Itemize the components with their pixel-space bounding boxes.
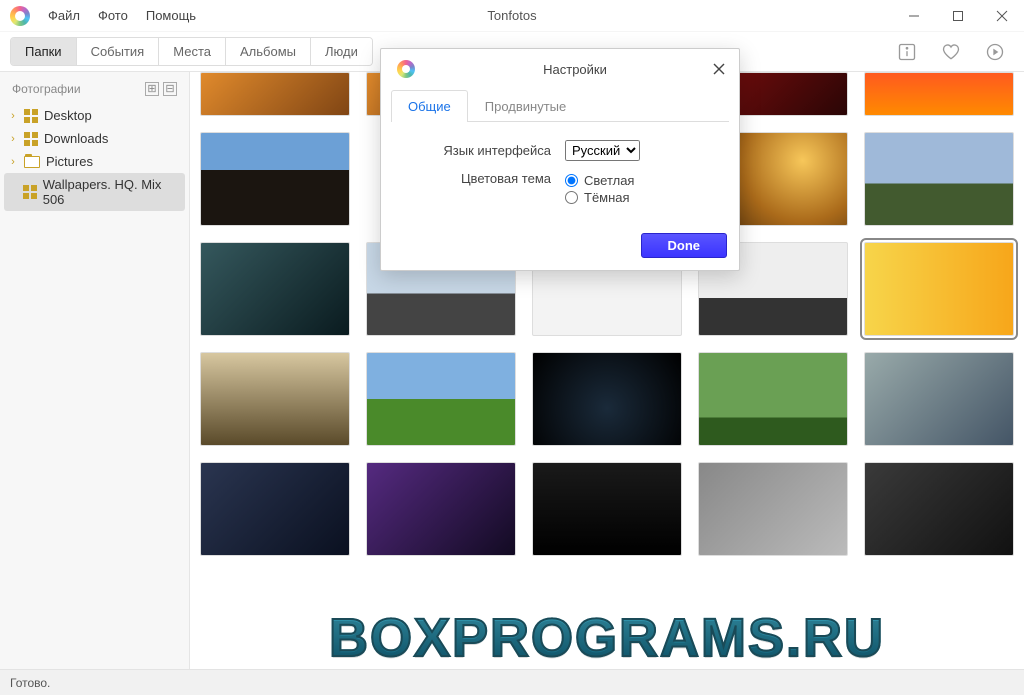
thumbnail[interactable] [366, 352, 516, 446]
done-button[interactable]: Done [641, 233, 728, 258]
tab-people[interactable]: Люди [311, 38, 372, 65]
thumbnail[interactable] [532, 462, 682, 556]
grid-icon [24, 109, 38, 123]
favorite-button[interactable] [938, 39, 964, 65]
theme-dark-label: Тёмная [584, 190, 630, 205]
theme-options: Светлая Тёмная [565, 171, 634, 207]
tab-events[interactable]: События [77, 38, 160, 65]
sidebar-header-icons: ⊞ ⊟ [145, 82, 177, 96]
thumbnail[interactable] [200, 352, 350, 446]
thumbnail[interactable] [864, 462, 1014, 556]
sidebar-item-wallpapers[interactable]: › Wallpapers. HQ. Mix 506 [4, 173, 185, 211]
menu-bar: Файл Фото Помощь [40, 4, 204, 27]
tab-folders[interactable]: Папки [11, 38, 77, 65]
theme-label: Цветовая тема [401, 171, 551, 186]
dialog-body: Язык интерфейса Русский Цветовая тема Св… [381, 122, 739, 225]
row-theme: Цветовая тема Светлая Тёмная [401, 171, 719, 207]
sidebar-item-label: Pictures [46, 154, 93, 169]
sidebar-item-label: Downloads [44, 131, 108, 146]
theme-light-label: Светлая [584, 173, 634, 188]
thumbnail[interactable] [200, 462, 350, 556]
remove-folder-button[interactable]: ⊟ [163, 82, 177, 96]
thumbnail[interactable] [200, 72, 350, 116]
thumbnail[interactable] [532, 352, 682, 446]
dialog-tab-general[interactable]: Общие [391, 90, 468, 122]
theme-light-radio[interactable] [565, 174, 578, 187]
grid-icon [24, 132, 38, 146]
sidebar-item-pictures[interactable]: › Pictures [4, 150, 185, 173]
sidebar-item-label: Wallpapers. HQ. Mix 506 [43, 177, 179, 207]
row-language: Язык интерфейса Русский [401, 140, 719, 161]
theme-light-option[interactable]: Светлая [565, 173, 634, 188]
tab-albums[interactable]: Альбомы [226, 38, 311, 65]
folder-open-icon [24, 156, 40, 168]
dialog-tab-advanced[interactable]: Продвинутые [468, 90, 583, 122]
chevron-right-icon: › [8, 110, 18, 122]
tab-places[interactable]: Места [159, 38, 226, 65]
theme-dark-option[interactable]: Тёмная [565, 190, 634, 205]
settings-dialog: Настройки Общие Продвинутые Язык интерфе… [380, 48, 740, 271]
language-select[interactable]: Русский [565, 140, 640, 161]
dialog-close-button[interactable] [707, 57, 731, 81]
theme-dark-radio[interactable] [565, 191, 578, 204]
dialog-tabs: Общие Продвинутые [391, 89, 729, 122]
thumbnail[interactable] [864, 352, 1014, 446]
window-controls [892, 0, 1024, 32]
sidebar-header: Фотографии ⊞ ⊟ [4, 76, 185, 104]
status-text: Готово. [10, 676, 50, 690]
menu-help[interactable]: Помощь [138, 4, 204, 27]
thumbnail[interactable] [864, 242, 1014, 336]
thumbnail[interactable] [366, 462, 516, 556]
close-button[interactable] [980, 0, 1024, 32]
slideshow-button[interactable] [982, 39, 1008, 65]
view-tabs: Папки События Места Альбомы Люди [10, 37, 373, 66]
chevron-right-icon: › [8, 156, 18, 168]
add-folder-button[interactable]: ⊞ [145, 82, 159, 96]
language-label: Язык интерфейса [401, 143, 551, 158]
sidebar-item-label: Desktop [44, 108, 92, 123]
thumbnail[interactable] [698, 352, 848, 446]
thumbnail[interactable] [864, 132, 1014, 226]
thumbnail[interactable] [698, 462, 848, 556]
status-bar: Готово. [0, 669, 1024, 695]
dialog-titlebar: Настройки [381, 49, 739, 89]
minimize-button[interactable] [892, 0, 936, 32]
menu-file[interactable]: Файл [40, 4, 88, 27]
grid-icon [23, 185, 36, 199]
toolbar-right [894, 39, 1014, 65]
app-logo-icon [397, 60, 415, 78]
sidebar-title: Фотографии [12, 82, 81, 96]
dialog-title: Настройки [421, 62, 729, 77]
sidebar-item-desktop[interactable]: › Desktop [4, 104, 185, 127]
sidebar-item-downloads[interactable]: › Downloads [4, 127, 185, 150]
thumbnail[interactable] [864, 72, 1014, 116]
sidebar: Фотографии ⊞ ⊟ › Desktop › Downloads › P… [0, 72, 190, 669]
maximize-button[interactable] [936, 0, 980, 32]
thumbnail[interactable] [200, 132, 350, 226]
menu-photo[interactable]: Фото [90, 4, 136, 27]
title-bar: Файл Фото Помощь Tonfotos [0, 0, 1024, 32]
info-button[interactable] [894, 39, 920, 65]
chevron-right-icon: › [8, 133, 18, 145]
thumbnail[interactable] [200, 242, 350, 336]
dialog-footer: Done [381, 225, 739, 270]
app-logo-icon [10, 6, 30, 26]
